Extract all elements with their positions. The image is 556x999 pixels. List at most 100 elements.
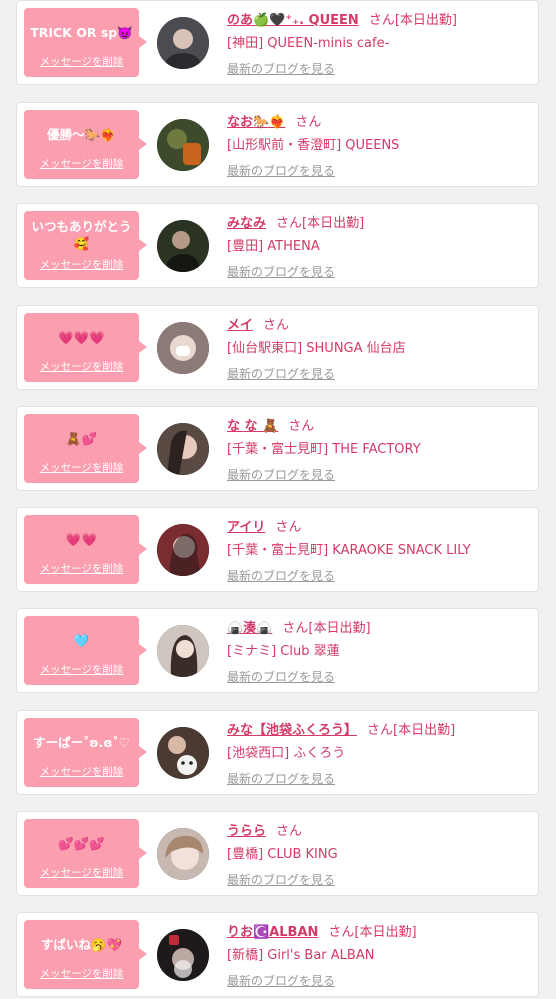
latest-blog-link[interactable]: 最新のブログを見る xyxy=(227,60,335,77)
cast-name-link[interactable]: 🍙湊🍙 xyxy=(227,621,272,636)
cast-name-link[interactable]: りお☪️ALBAN xyxy=(227,925,318,940)
message-bubble: 💗💗💗 メッセージを削除 xyxy=(24,313,147,382)
honorific: さん xyxy=(263,318,290,333)
delete-message-link[interactable]: メッセージを削除 xyxy=(24,460,139,475)
shop-info: [千葉・富士見町] KARAOKE SNACK LILY xyxy=(227,543,471,558)
avatar[interactable] xyxy=(157,322,209,374)
shop-info: [ミナミ] Club 翠蓮 xyxy=(227,644,340,659)
name-line: のあ🍏🖤⁺₊. QUEEN さん[本日出勤] xyxy=(227,9,532,28)
shop-info: [新橋] Girl's Bar ALBAN xyxy=(227,948,375,963)
message-bubble: すーぱー˚ʚ.ɞ˚♡ メッセージを削除 xyxy=(24,718,147,787)
name-line: りお☪️ALBAN さん[本日出勤] xyxy=(227,921,532,940)
message-card: 💕💕💕 メッセージを削除 うらら さん [豊橋] CLUB KING 最新のブログ… xyxy=(16,811,539,896)
message-bubble: 優勝〜🐎❤️‍🔥 メッセージを削除 xyxy=(24,110,147,179)
cast-name-link[interactable]: なお🐎❤️‍🔥 xyxy=(227,115,285,130)
honorific: さん xyxy=(282,621,309,636)
delete-message-link[interactable]: メッセージを削除 xyxy=(24,359,139,374)
delete-message-link[interactable]: メッセージを削除 xyxy=(24,662,139,677)
message-text: TRICK OR sp👿 xyxy=(30,24,133,40)
message-bubble: 💕💕💕 メッセージを削除 xyxy=(24,819,147,888)
cast-name-link[interactable]: みな【池袋ふくろう】 xyxy=(227,723,357,738)
avatar-image xyxy=(157,220,209,272)
avatar[interactable] xyxy=(157,727,209,779)
latest-blog-link[interactable]: 最新のブログを見る xyxy=(227,466,335,483)
honorific: さん xyxy=(295,115,322,130)
working-today-badge: [本日出勤] xyxy=(393,723,456,738)
message-text: 💕💕💕 xyxy=(58,835,105,851)
message-text: いつもありがとう🥰 xyxy=(31,219,132,251)
avatar[interactable] xyxy=(157,524,209,576)
delete-message-link[interactable]: メッセージを削除 xyxy=(24,257,139,272)
message-card: すばいね🥱💖 メッセージを削除 りお☪️ALBAN さん[本日出勤] [新橋] G… xyxy=(16,912,539,997)
avatar[interactable] xyxy=(157,423,209,475)
avatar-image xyxy=(157,929,209,981)
avatar[interactable] xyxy=(157,828,209,880)
avatar[interactable] xyxy=(157,625,209,677)
honorific: さん xyxy=(328,925,355,940)
avatar-image xyxy=(157,524,209,576)
honorific: さん xyxy=(275,520,302,535)
name-line: 🍙湊🍙 さん[本日出勤] xyxy=(227,617,532,636)
message-card: 💗💗 メッセージを削除 アイリ さん [千葉・富士見町] KARAOKE SNAC… xyxy=(16,507,539,592)
avatar-image xyxy=(157,17,209,69)
message-text: 💗💗💗 xyxy=(58,329,105,345)
cast-name-link[interactable]: アイリ xyxy=(227,520,265,535)
shop-info: [仙台駅東口] SHUNGA 仙台店 xyxy=(227,341,406,356)
latest-blog-link[interactable]: 最新のブログを見る xyxy=(227,162,335,179)
latest-blog-link[interactable]: 最新のブログを見る xyxy=(227,365,335,382)
latest-blog-link[interactable]: 最新のブログを見る xyxy=(227,567,335,584)
latest-blog-link[interactable]: 最新のブログを見る xyxy=(227,770,335,787)
avatar-image xyxy=(157,423,209,475)
delete-message-link[interactable]: メッセージを削除 xyxy=(24,54,139,69)
cast-name-link[interactable]: メイ xyxy=(227,318,253,333)
name-line: な な 🧸 さん xyxy=(227,415,532,434)
name-line: アイリ さん xyxy=(227,516,532,535)
name-line: みなみ さん[本日出勤] xyxy=(227,212,532,231)
latest-blog-link[interactable]: 最新のブログを見る xyxy=(227,972,335,989)
latest-blog-link[interactable]: 最新のブログを見る xyxy=(227,263,335,280)
delete-message-link[interactable]: メッセージを削除 xyxy=(24,865,139,880)
shop-info: [千葉・富士見町] THE FACTORY xyxy=(227,442,421,457)
avatar-image xyxy=(157,119,209,171)
cast-name-link[interactable]: な な 🧸 xyxy=(227,419,278,434)
message-card: 💗💗💗 メッセージを削除 メイ さん [仙台駅東口] SHUNGA 仙台店 最新の… xyxy=(16,305,539,390)
message-bubble: TRICK OR sp👿 メッセージを削除 xyxy=(24,8,147,77)
message-card: 🧸💕 メッセージを削除 な な 🧸 さん [千葉・富士見町] THE FACTOR… xyxy=(16,406,539,491)
avatar-image xyxy=(157,322,209,374)
avatar[interactable] xyxy=(157,17,209,69)
shop-info: [神田] QUEEN-minis cafe- xyxy=(227,36,390,51)
working-today-badge: [本日出勤] xyxy=(302,216,365,231)
honorific: さん xyxy=(276,824,303,839)
message-bubble: 🧸💕 メッセージを削除 xyxy=(24,414,147,483)
avatar[interactable] xyxy=(157,220,209,272)
avatar[interactable] xyxy=(157,929,209,981)
cast-name-link[interactable]: のあ🍏🖤⁺₊. QUEEN xyxy=(227,13,359,28)
message-card: TRICK OR sp👿 メッセージを削除 のあ🍏🖤⁺₊. QUEEN さん[本日… xyxy=(16,0,539,85)
message-list: TRICK OR sp👿 メッセージを削除 のあ🍏🖤⁺₊. QUEEN さん[本日… xyxy=(0,0,556,999)
message-text: 🩵 xyxy=(73,632,90,648)
message-text: 優勝〜🐎❤️‍🔥 xyxy=(47,126,116,142)
honorific: さん xyxy=(367,723,394,738)
message-text: 🧸💕 xyxy=(65,430,98,446)
avatar[interactable] xyxy=(157,119,209,171)
delete-message-link[interactable]: メッセージを削除 xyxy=(24,966,139,981)
cast-name-link[interactable]: みなみ xyxy=(227,216,266,231)
shop-info: [山形駅前・香澄町] QUEENS xyxy=(227,138,400,153)
cast-name-link[interactable]: うらら xyxy=(227,824,266,839)
shop-info: [池袋西口] ふくろう xyxy=(227,746,346,761)
message-card: すーぱー˚ʚ.ɞ˚♡ メッセージを削除 みな【池袋ふくろう】 さん[本日出勤] [… xyxy=(16,710,539,795)
name-line: みな【池袋ふくろう】 さん[本日出勤] xyxy=(227,719,532,738)
shop-info: [豊田] ATHENA xyxy=(227,239,320,254)
delete-message-link[interactable]: メッセージを削除 xyxy=(24,156,139,171)
latest-blog-link[interactable]: 最新のブログを見る xyxy=(227,668,335,685)
latest-blog-link[interactable]: 最新のブログを見る xyxy=(227,871,335,888)
delete-message-link[interactable]: メッセージを削除 xyxy=(24,561,139,576)
message-bubble: すばいね🥱💖 メッセージを削除 xyxy=(24,920,147,989)
shop-info: [豊橋] CLUB KING xyxy=(227,847,338,862)
avatar-image xyxy=(157,727,209,779)
message-card: いつもありがとう🥰 メッセージを削除 みなみ さん[本日出勤] [豊田] ATHE… xyxy=(16,203,539,288)
working-today-badge: [本日出勤] xyxy=(354,925,417,940)
delete-message-link[interactable]: メッセージを削除 xyxy=(24,764,139,779)
message-text: すーぱー˚ʚ.ɞ˚♡ xyxy=(33,734,130,750)
message-bubble: 🩵 メッセージを削除 xyxy=(24,616,147,685)
